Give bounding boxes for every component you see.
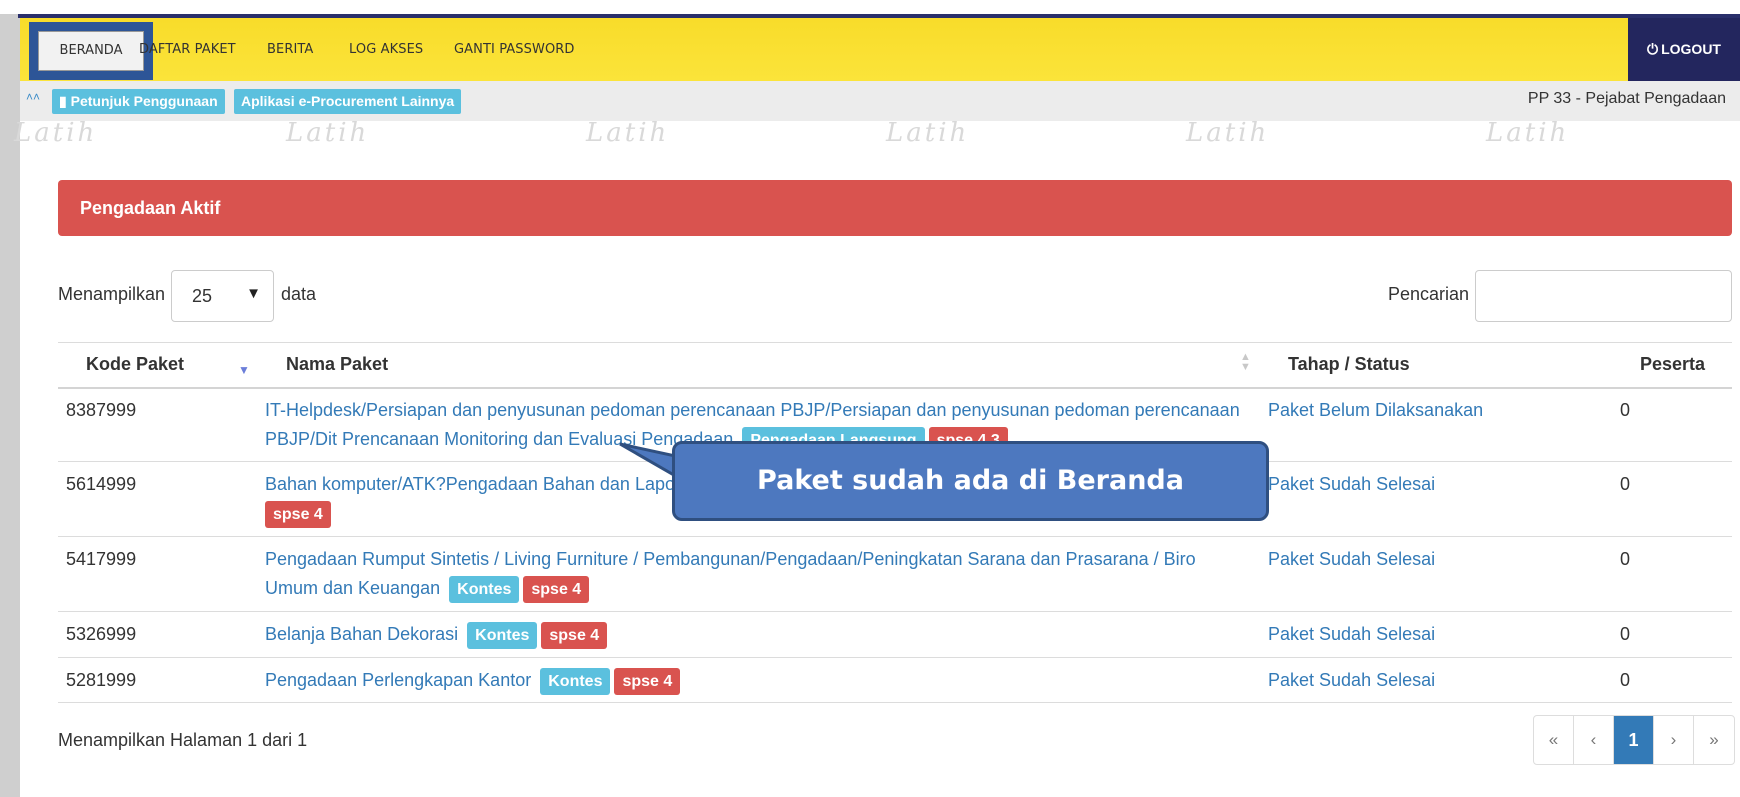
callout-pointer (619, 442, 745, 492)
callout-box: Paket sudah ada di Beranda (672, 441, 1269, 521)
